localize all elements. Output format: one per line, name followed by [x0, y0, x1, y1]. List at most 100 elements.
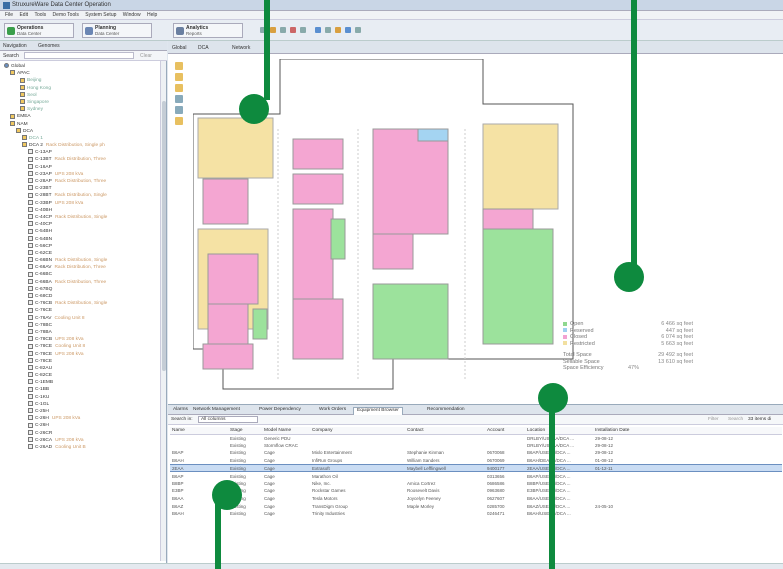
column-header[interactable]: Stage: [228, 427, 262, 435]
zone-open[interactable]: [330, 218, 346, 260]
tree-node[interactable]: C-28AP Rack Distribution, Three: [2, 178, 162, 185]
tree-node[interactable]: C-26H UPS 208 kVa: [2, 415, 162, 422]
zoom-in-icon[interactable]: [175, 73, 183, 81]
tree-node[interactable]: C-76CB Rack Distribution, Single: [2, 300, 162, 307]
menu-tools[interactable]: Tools: [34, 12, 46, 18]
column-header[interactable]: Installation Date: [593, 427, 782, 435]
column-header[interactable]: Company: [310, 427, 405, 435]
zone-restricted[interactable]: [197, 117, 274, 179]
tree-node[interactable]: C-82CE: [2, 372, 162, 379]
menu-window[interactable]: Window: [123, 12, 141, 18]
tab-global[interactable]: Global: [172, 45, 186, 51]
search-button[interactable]: Search: [728, 417, 743, 422]
zone-closed[interactable]: [202, 178, 249, 225]
table-row[interactable]: B6AH Existing Cage InfiRun Groups William Sa…: [170, 457, 782, 465]
tree-node[interactable]: EMEA: [2, 113, 162, 120]
tree-node[interactable]: C-26CR: [2, 429, 162, 437]
clear-button[interactable]: Clear: [140, 53, 152, 59]
menu-edit[interactable]: Edit: [19, 12, 28, 18]
table-row[interactable]: B6AAExistingCageTesla MotorsJoycelyn Fee…: [170, 495, 782, 503]
pan-tool-icon[interactable]: [175, 95, 183, 103]
tree-node[interactable]: C-76AV Cooling Unit 8: [2, 314, 162, 322]
view-icon[interactable]: [325, 27, 331, 33]
tag-icon[interactable]: [335, 27, 341, 33]
tab-network-management[interactable]: Network Management: [190, 407, 243, 412]
table-row[interactable]: Existing Generic PDU DRLBY/USEAA/DCA ... 29…: [170, 434, 782, 442]
tab-navigation[interactable]: Navigation: [3, 43, 27, 49]
tree-node[interactable]: C-26AD Cooling Unit B: [2, 444, 162, 451]
tree-node[interactable]: C-56CP: [2, 242, 162, 250]
zone-open[interactable]: [252, 308, 268, 340]
menu-file[interactable]: File: [5, 12, 13, 18]
zone-closed[interactable]: [372, 233, 414, 270]
table-row[interactable]: B6AZ Existing Cage TransDigm Group Maple Mor…: [170, 502, 782, 510]
tree-node[interactable]: C-78CE: [2, 357, 162, 365]
tree-node[interactable]: C-82AU: [2, 365, 162, 372]
tab-genomes[interactable]: Genomes: [38, 43, 60, 49]
zone-open[interactable]: [372, 283, 449, 360]
tree-node[interactable]: Global: [2, 63, 162, 70]
tree-node[interactable]: C-68CD: [2, 293, 162, 300]
settings-icon[interactable]: [175, 117, 183, 125]
copy-icon[interactable]: [280, 27, 286, 33]
table-row[interactable]: B6AH Existing Cage Trinity Industries 024647…: [170, 510, 782, 518]
tree-node[interactable]: Sydney: [2, 106, 162, 113]
undo-icon[interactable]: [300, 27, 306, 33]
perspective-planning-button[interactable]: Planning Data Center: [82, 23, 152, 38]
column-header[interactable]: Location: [525, 427, 593, 435]
tree-node[interactable]: C-16AP: [2, 163, 162, 171]
tree-node[interactable]: APAC: [2, 70, 162, 77]
filter-button[interactable]: Filter: [708, 417, 719, 422]
layers-icon[interactable]: [175, 106, 183, 114]
table-icon[interactable]: [315, 27, 321, 33]
tree-node[interactable]: C-23BT: [2, 185, 162, 192]
column-header[interactable]: Model Name: [262, 427, 310, 435]
tree-node[interactable]: C-66BC: [2, 271, 162, 278]
table-row[interactable]: B6AP Existing Cage Marathon Oil 0313656 B6AP/…: [170, 472, 782, 480]
tree-node[interactable]: Singapore: [2, 99, 162, 106]
tree-node[interactable]: C-13BT Rack Distribution, Three: [2, 156, 162, 163]
grid-icon[interactable]: [345, 27, 351, 33]
tab-power-dependency[interactable]: Power Dependency: [256, 407, 304, 412]
column-header[interactable]: Account: [485, 427, 525, 435]
tree-node[interactable]: C-26H: [2, 422, 162, 429]
search-in-select[interactable]: All columns: [198, 416, 258, 423]
tree-node[interactable]: C-78CE Cooling Unit 8: [2, 343, 162, 350]
tree-node[interactable]: C-62CE: [2, 250, 162, 257]
scroll-thumb[interactable]: [162, 101, 166, 371]
tree-node[interactable]: C-78CB UPS 208 kVa: [2, 336, 162, 343]
menu-system-setup[interactable]: System Setup: [85, 12, 116, 18]
tree-node[interactable]: Beijing: [2, 77, 162, 84]
tree-node[interactable]: C-1KU: [2, 393, 162, 401]
zone-closed[interactable]: [207, 303, 249, 345]
zone-closed[interactable]: [202, 343, 254, 370]
tab-alarms[interactable]: Alarms: [170, 407, 191, 412]
tree-node[interactable]: C-78BC: [2, 321, 162, 329]
tree-node[interactable]: C-1GL: [2, 401, 162, 408]
tree-node[interactable]: C-33BP UPS 208 kVa: [2, 199, 162, 207]
perspective-analytics-button[interactable]: Analytics Reports: [173, 23, 243, 38]
tree-node[interactable]: C-26CA UPS 208 kVa: [2, 436, 162, 444]
table-row[interactable]: 2EAA Existing Cage Extrasoft Maybell Lefflin…: [170, 463, 782, 473]
search-input[interactable]: [24, 52, 134, 59]
tab-dca[interactable]: DCA: [198, 45, 209, 51]
tree-node[interactable]: C-23AP UPS 208 kVa: [2, 171, 162, 178]
tab-equipment-browser[interactable]: Equipment Browser: [353, 407, 403, 415]
tree-node[interactable]: C-78BA: [2, 329, 162, 336]
tree-node[interactable]: C-40BH: [2, 206, 162, 214]
table-row[interactable]: E3BPExistingCageRockstar GamesRoosevelt …: [170, 487, 782, 495]
menu-help[interactable]: Help: [147, 12, 157, 18]
tree-node[interactable]: C-40CP: [2, 221, 162, 228]
zone-closed[interactable]: [207, 253, 259, 305]
table-row[interactable]: B8BP Existing Cage Nike, Inc. Amica Cortrez 0…: [170, 480, 782, 488]
tree-node[interactable]: C-13AP: [2, 149, 162, 156]
zone-restricted[interactable]: [482, 123, 559, 210]
zone-closed[interactable]: [482, 208, 534, 230]
tree-node[interactable]: C-66BA Rack Distribution, Three: [2, 278, 162, 286]
tree-node[interactable]: C-54BH: [2, 228, 162, 235]
tree-node[interactable]: Seol: [2, 91, 162, 99]
tree-node[interactable]: Hong Kong: [2, 84, 162, 92]
tab-work-orders[interactable]: Work Orders: [316, 407, 349, 412]
tab-network[interactable]: Network: [232, 45, 250, 51]
tree-node[interactable]: C-67BQ: [2, 286, 162, 293]
